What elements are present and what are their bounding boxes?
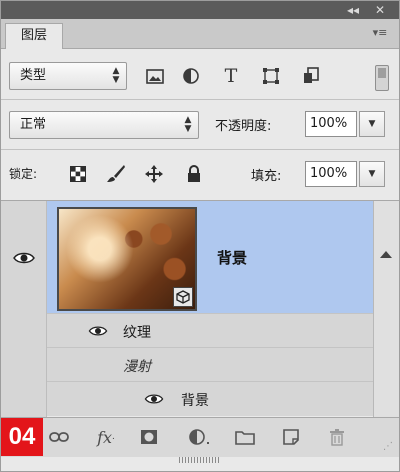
- panel-menu-icon[interactable]: ▾≡: [371, 25, 389, 41]
- close-button[interactable]: ✕: [375, 2, 385, 18]
- smart-object-icon: [173, 287, 193, 307]
- opacity-dropdown-button[interactable]: ▼: [359, 111, 385, 137]
- opacity-label: 不透明度:: [215, 119, 272, 134]
- scroll-up-icon[interactable]: [380, 251, 392, 258]
- shape-filter-icon[interactable]: [259, 65, 283, 87]
- lock-label: 锁定:: [9, 167, 38, 181]
- layer-row-background[interactable]: 背景: [47, 201, 373, 313]
- blend-row: 正常 ▲ ▼ 不透明度: 100% ▼: [1, 105, 399, 145]
- effect-label: 纹理: [123, 325, 151, 341]
- eye-icon[interactable]: [143, 392, 165, 406]
- fill-label: 填充:: [251, 169, 282, 184]
- adjustment-layer-icon[interactable]: [185, 426, 215, 448]
- divider: [1, 149, 399, 150]
- layer-mask-icon[interactable]: [137, 426, 161, 448]
- tab-layers[interactable]: 图层: [5, 23, 63, 49]
- adjustment-filter-icon[interactable]: [179, 65, 203, 87]
- fill-input[interactable]: 100%: [305, 161, 357, 187]
- filter-type-select[interactable]: 类型 ▲ ▼: [9, 62, 127, 90]
- lock-row: 锁定: 填充: 100% ▼: [1, 156, 399, 192]
- image-filter-icon[interactable]: [143, 65, 167, 87]
- eye-icon[interactable]: [13, 251, 35, 265]
- opacity-input[interactable]: 100%: [305, 111, 357, 137]
- eye-icon[interactable]: [87, 324, 109, 338]
- tab-bar: 图层 ▾≡: [1, 19, 399, 49]
- effect-label: 背景: [181, 393, 209, 409]
- lock-all-icon[interactable]: [183, 163, 205, 185]
- filter-type-value: 类型: [20, 68, 47, 83]
- link-layers-icon[interactable]: [47, 426, 71, 448]
- blend-mode-value: 正常: [20, 117, 47, 132]
- effect-row-background[interactable]: 背景: [47, 381, 373, 415]
- blend-mode-select[interactable]: 正常 ▲ ▼: [9, 111, 199, 139]
- step-badge: 04: [1, 418, 43, 456]
- resize-corner-icon[interactable]: ⋰: [383, 441, 393, 452]
- smart-object-filter-icon[interactable]: [299, 65, 323, 87]
- effect-row-texture[interactable]: 纹理: [47, 313, 373, 347]
- panel-title-strip: ◂◂ ✕: [1, 1, 399, 19]
- divider: [1, 99, 399, 100]
- chevron-updown-icon: ▲ ▼: [112, 66, 120, 85]
- new-group-folder-icon[interactable]: [233, 426, 257, 448]
- filter-toggle-switch[interactable]: [375, 65, 389, 91]
- layer-name[interactable]: 背景: [217, 247, 247, 268]
- fill-dropdown-button[interactable]: ▼: [359, 161, 385, 187]
- panel-resize-grip[interactable]: [179, 457, 219, 463]
- effect-row-diffuse[interactable]: 漫射: [47, 347, 373, 381]
- fx-label: fx: [97, 427, 113, 447]
- fx-icon[interactable]: fx.: [91, 426, 121, 448]
- filter-row: 类型 ▲ ▼ T: [1, 53, 399, 99]
- layers-scrollbar[interactable]: [373, 201, 399, 417]
- trash-icon[interactable]: [325, 426, 349, 448]
- layer-thumbnail[interactable]: [57, 207, 197, 311]
- lock-transparent-pixels-icon[interactable]: [67, 163, 89, 185]
- effect-label: 漫射: [123, 359, 151, 375]
- visibility-column: [1, 201, 47, 417]
- lock-image-pixels-brush-icon[interactable]: [105, 163, 127, 185]
- layers-panel: ◂◂ ✕ 图层 ▾≡ 类型 ▲ ▼ T 正常 ▲ ▼ 不透明度: 100% ▼ …: [0, 0, 400, 472]
- lock-position-move-icon[interactable]: [143, 163, 165, 185]
- type-filter-icon[interactable]: T: [219, 65, 243, 87]
- chevron-updown-icon: ▲ ▼: [184, 115, 192, 134]
- layers-list: 背景 纹理 漫射 背景: [1, 200, 399, 417]
- collapse-button[interactable]: ◂◂: [347, 2, 359, 18]
- new-layer-icon[interactable]: [279, 426, 303, 448]
- layers-toolbar: 04 fx.: [1, 417, 399, 457]
